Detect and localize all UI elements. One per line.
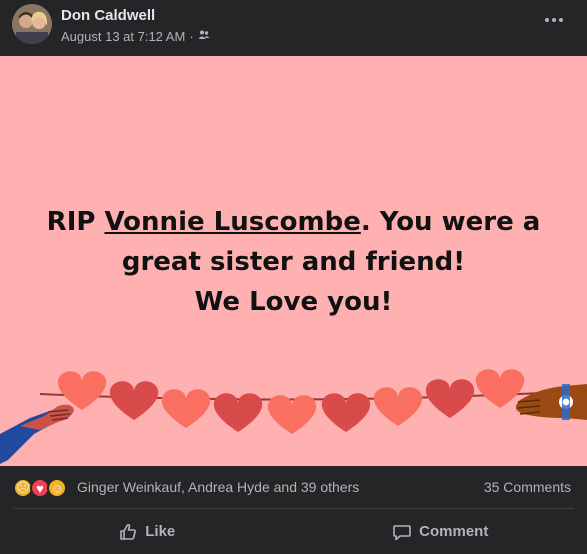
tagged-person-link[interactable]: Vonnie Luscombe [104, 207, 360, 237]
reactions-bar: ☹ ♥ ☺ Ginger Weinkauf, Andrea Hyde and 3… [0, 466, 587, 508]
reaction-icons[interactable]: ☹ ♥ ☺ [13, 478, 67, 498]
more-options-icon[interactable] [539, 10, 569, 30]
like-label: Like [145, 523, 176, 540]
comment-button[interactable]: Comment [294, 509, 587, 554]
avatar[interactable] [12, 4, 52, 44]
comment-count[interactable]: 35 Comments [484, 479, 571, 495]
comment-label: Comment [419, 523, 489, 540]
banner-line-2: great sister and friend! [121, 247, 466, 277]
post-timestamp[interactable]: August 13 at 7:12 AM [61, 29, 185, 44]
post-image-banner[interactable]: RIP Vonnie Luscombe. You were a great si… [0, 56, 587, 466]
reactions-summary[interactable]: Ginger Weinkauf, Andrea Hyde and 39 othe… [77, 479, 359, 495]
thumbs-up-icon [120, 523, 137, 540]
like-button[interactable]: Like [0, 509, 294, 554]
post-meta: August 13 at 7:12 AM · [61, 29, 210, 44]
banner-line-3: We Love you! [194, 287, 393, 317]
heart-garland-illustration [0, 369, 587, 464]
banner-message: RIP Vonnie Luscombe. You were a great si… [0, 202, 587, 322]
banner-suffix: . You were a [360, 207, 541, 237]
comment-icon [393, 524, 411, 540]
meta-separator: · [189, 29, 194, 44]
banner-prefix: RIP [46, 207, 105, 237]
author-name[interactable]: Don Caldwell [61, 7, 155, 24]
post-header: Don Caldwell August 13 at 7:12 AM · [0, 0, 587, 56]
friends-icon[interactable] [198, 29, 210, 44]
post-actions: Like Comment [0, 509, 587, 554]
care-reaction-icon: ☺ [47, 478, 67, 498]
